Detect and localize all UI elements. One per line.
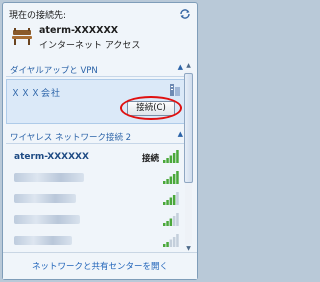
vpn-item-name: ＸＸＸ会社 [11,89,62,99]
bench-network-icon [12,28,32,45]
vpn-item[interactable]: ＸＸＸ会社 接続(C) [6,79,185,124]
current-network-access: インターネット アクセス [39,41,141,51]
wifi-network-item-redacted[interactable] [6,168,185,188]
wifi-network-status: 接続 [141,154,159,164]
scroll-up-arrow-icon[interactable]: ▲ [183,61,194,71]
open-network-sharing-center-link[interactable]: ネットワークと共有センターを開く [3,260,197,272]
section-divider [6,76,185,77]
redacted-network-name [14,236,72,245]
signal-strength-icon [163,213,179,226]
signal-strength-icon [163,150,179,163]
redacted-network-name [14,194,76,203]
redacted-network-name [14,215,80,224]
wifi-network-item-redacted[interactable] [6,210,185,230]
section-divider [6,143,185,144]
section-title-vpn: ダイヤルアップと VPN [10,66,98,76]
signal-strength-icon [163,234,179,247]
redacted-network-name [14,173,84,182]
wifi-network-name: aterm-XXXXXX [14,152,89,162]
scroll-thumb[interactable] [184,73,193,183]
wifi-network-item[interactable]: aterm-XXXXXX 接続 [6,147,185,167]
section-title-wifi: ワイヤレス ネットワーク接続 2 [10,133,132,143]
current-network-name: aterm-XXXXXX [39,25,119,36]
signal-strength-icon [163,171,179,184]
wifi-network-item-redacted[interactable] [6,189,185,209]
connection-list: ダイヤルアップと VPN ▲ ＸＸＸ会社 接続(C) ワイヤレス ネットワーク接… [6,61,185,254]
network-flyout: 現在の接続先: aterm-XXXXXX インターネット アクセス ダイヤルアッ… [2,2,198,280]
refresh-icon[interactable] [179,8,191,20]
scrollbar[interactable]: ▲ ▼ [183,61,194,254]
section-header-vpn[interactable]: ダイヤルアップと VPN ▲ [6,61,185,77]
footer: ネットワークと共有センターを開く [3,252,197,279]
current-connection-label: 現在の接続先: [9,11,67,21]
highlight-circle [120,96,182,120]
signal-strength-icon [163,192,179,205]
current-connection: 現在の接続先: aterm-XXXXXX インターネット アクセス [9,8,190,60]
wifi-network-item-redacted[interactable] [6,231,185,251]
section-header-wifi[interactable]: ワイヤレス ネットワーク接続 2 ▲ [6,128,185,144]
vpn-connection-icon [170,84,180,96]
